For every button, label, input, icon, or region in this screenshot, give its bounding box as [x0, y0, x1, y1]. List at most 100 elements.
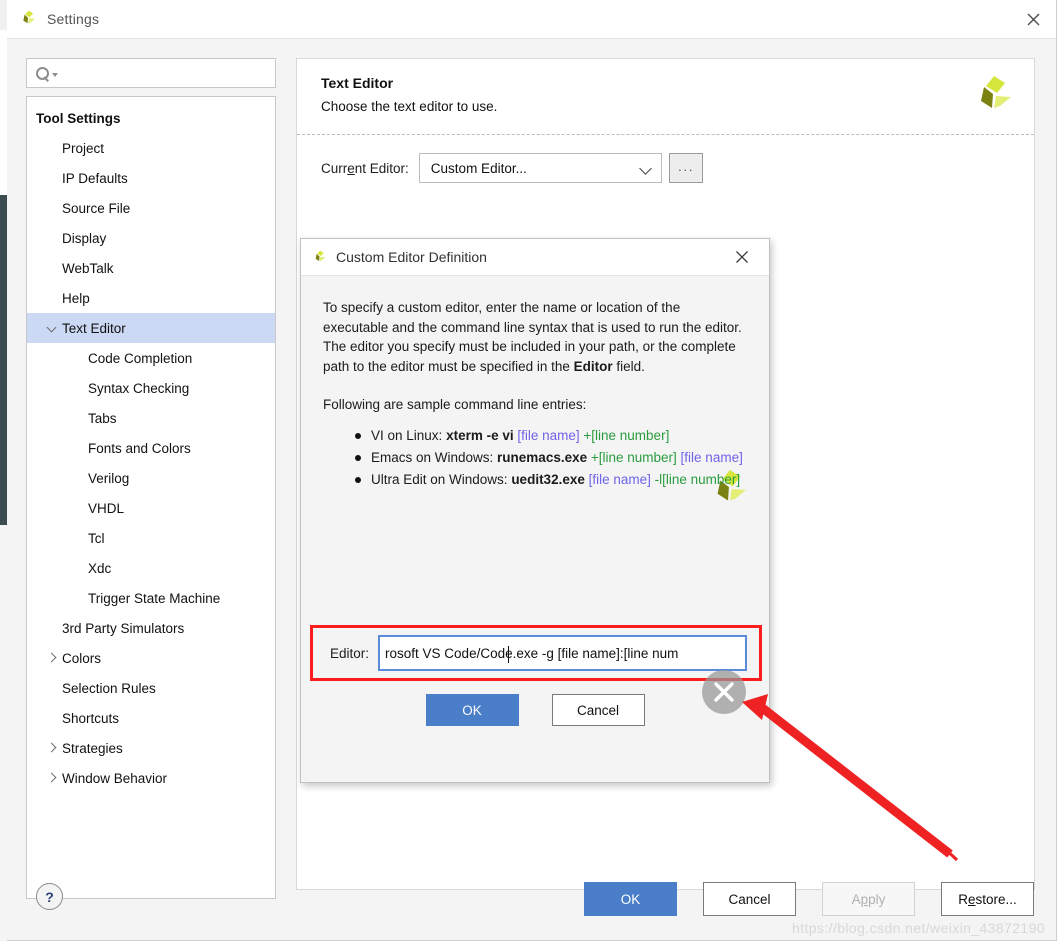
settings-navigation-pane: Tool Settings Project IP Defaults Source Fi…: [26, 58, 276, 899]
sidebar-item-label: Help: [62, 290, 90, 306]
sample-token-prefix: Ultra Edit on Windows:: [371, 471, 512, 487]
restore-button[interactable]: Re store...: [941, 882, 1034, 916]
dialog-ok-button[interactable]: OK: [425, 694, 519, 726]
dialog-paragraph-2: The editor you specify must be included …: [323, 339, 736, 374]
sidebar-item-vhdl[interactable]: VHDL: [27, 493, 275, 523]
sidebar-item-label: Syntax Checking: [88, 380, 190, 396]
chevron-right-icon[interactable]: [46, 742, 58, 754]
chevron-right-icon[interactable]: [46, 772, 58, 784]
sidebar-item-xdc[interactable]: Xdc: [27, 553, 275, 583]
sample-command-item: Emacs on Windows: runemacs.exe +[line nu…: [355, 447, 747, 469]
dialog-buttons: OK Cancel: [301, 694, 769, 726]
sidebar-item-syntax-checking[interactable]: Syntax Checking: [27, 373, 275, 403]
editor-browse-button[interactable]: ···: [668, 153, 703, 183]
chevron-right-icon[interactable]: [46, 652, 58, 664]
dialog-samples-heading: Following are sample command line entrie…: [323, 397, 587, 412]
sidebar-item-project[interactable]: Project: [27, 133, 275, 163]
sidebar-item-3rd-party-simulators[interactable]: 3rd Party Simulators: [27, 613, 275, 643]
background-window-edge-bottom: [0, 525, 7, 941]
sidebar-item-display[interactable]: Display: [27, 223, 275, 253]
sidebar-item-webtalk[interactable]: WebTalk: [27, 253, 275, 283]
apply-button[interactable]: Ap ply: [822, 882, 915, 916]
sample-token-cmd: runemacs.exe: [497, 449, 588, 465]
chevron-down-icon[interactable]: [52, 72, 58, 77]
sidebar-item-help[interactable]: Help: [27, 283, 275, 313]
editor-field-row: Editor: rosoft VS Code/Code.exe -g [file…: [313, 628, 759, 678]
sample-command-item: VI on Linux: xterm -e vi [file name] +[l…: [355, 425, 747, 447]
dialog-cancel-button[interactable]: Cancel: [551, 694, 645, 726]
sidebar-item-colors[interactable]: Colors: [27, 643, 275, 673]
ok-button[interactable]: OK: [584, 882, 677, 916]
annotation-arrow: [742, 694, 972, 874]
sample-token-line: +[line number]: [579, 427, 670, 443]
sidebar-item-label: Strategies: [62, 740, 123, 756]
sidebar-item-ip-defaults[interactable]: IP Defaults: [27, 163, 275, 193]
sidebar-item-label: Tool Settings: [36, 110, 121, 126]
search-icon: [36, 66, 49, 80]
editor-field-label: Editor:: [330, 645, 370, 661]
sidebar-item-label: Selection Rules: [62, 680, 156, 696]
sample-token-cmd: uedit32.exe: [511, 471, 585, 487]
sample-token-cmd: xterm -e vi: [446, 427, 514, 443]
sidebar-item-shortcuts[interactable]: Shortcuts: [27, 703, 275, 733]
background-window-edge: [0, 195, 7, 525]
sample-token-file: [file name]: [513, 427, 580, 443]
dialog-body: To specify a custom editor, enter the na…: [301, 276, 769, 501]
current-editor-value: Custom Editor...: [430, 160, 527, 176]
current-editor-select[interactable]: Custom Editor...: [418, 153, 662, 183]
sidebar-item-trigger-state-machine[interactable]: Trigger State Machine: [27, 583, 275, 613]
sidebar-item-code-completion[interactable]: Code Completion: [27, 343, 275, 373]
sidebar-item-tool-settings[interactable]: Tool Settings: [27, 103, 275, 133]
xilinx-logo-icon: [312, 250, 327, 265]
sidebar-item-label: Project: [62, 140, 105, 156]
close-icon[interactable]: [1010, 0, 1056, 38]
sidebar-item-window-behavior[interactable]: Window Behavior: [27, 763, 275, 793]
xilinx-logo-icon: [972, 75, 1012, 119]
background-window-edge-top: [0, 30, 7, 195]
sidebar-item-label: Tcl: [88, 530, 105, 546]
page-title: Text Editor: [321, 75, 394, 91]
page-subtitle: Choose the text editor to use.: [321, 99, 498, 114]
window-content: Tool Settings Project IP Defaults Source Fi…: [7, 39, 1056, 940]
sidebar-item-label: Code Completion: [88, 350, 193, 366]
sidebar-item-strategies[interactable]: Strategies: [27, 733, 275, 763]
window-title: Settings: [47, 11, 100, 27]
sidebar-item-label: Text Editor: [62, 320, 126, 336]
dialog-paragraph-1: To specify a custom editor, enter the na…: [323, 300, 742, 335]
settings-window: Settings Tool Settings Project IP Defaults…: [7, 0, 1057, 941]
sidebar-item-label: Trigger State Machine: [88, 590, 221, 606]
settings-tree[interactable]: Tool Settings Project IP Defaults Source Fi…: [26, 96, 276, 899]
cancel-button[interactable]: Cancel: [703, 882, 796, 916]
sidebar-item-label: Fonts and Colors: [88, 440, 191, 456]
sample-token-prefix: VI on Linux:: [371, 427, 447, 443]
sample-command-list: VI on Linux: xterm -e vi [file name] +[l…: [323, 425, 747, 491]
sample-token-line: -l[line number]: [650, 471, 741, 487]
sidebar-item-label: Xdc: [88, 560, 112, 576]
chevron-down-icon[interactable]: [46, 322, 58, 334]
dialog-button-bar: OK Cancel Ap ply Re store...: [584, 882, 1034, 916]
sample-command-item: Ultra Edit on Windows: uedit32.exe [file…: [355, 469, 747, 491]
sidebar-item-label: WebTalk: [62, 260, 114, 276]
editor-path-value: rosoft VS Code/Code.exe -g [file name]:[…: [385, 645, 679, 661]
sidebar-item-fonts-and-colors[interactable]: Fonts and Colors: [27, 433, 275, 463]
sidebar-item-label: Tabs: [88, 410, 117, 426]
dialog-title: Custom Editor Definition: [336, 249, 487, 265]
search-input[interactable]: [26, 58, 276, 88]
sidebar-item-text-editor[interactable]: Text Editor: [27, 313, 275, 343]
close-icon[interactable]: [723, 239, 761, 275]
sidebar-item-source-file[interactable]: Source File: [27, 193, 275, 223]
watermark-text: https://blog.csdn.net/weixin_43872190: [792, 920, 1045, 936]
sidebar-item-tabs[interactable]: Tabs: [27, 403, 275, 433]
sidebar-item-label: Colors: [62, 650, 102, 666]
sidebar-item-verilog[interactable]: Verilog: [27, 463, 275, 493]
sidebar-item-label: 3rd Party Simulators: [62, 620, 185, 636]
custom-editor-definition-dialog: Custom Editor Definition To specify a cu…: [300, 238, 770, 783]
sidebar-item-selection-rules[interactable]: Selection Rules: [27, 673, 275, 703]
window-titlebar: Settings: [7, 0, 1056, 39]
help-button[interactable]: ?: [36, 883, 63, 910]
sample-token-file: [file name]: [584, 471, 651, 487]
editor-path-input[interactable]: rosoft VS Code/Code.exe -g [file name]:[…: [378, 635, 747, 671]
sample-token-file: [file name]: [676, 449, 743, 465]
clear-circle-x-icon[interactable]: [702, 670, 746, 714]
sidebar-item-tcl[interactable]: Tcl: [27, 523, 275, 553]
